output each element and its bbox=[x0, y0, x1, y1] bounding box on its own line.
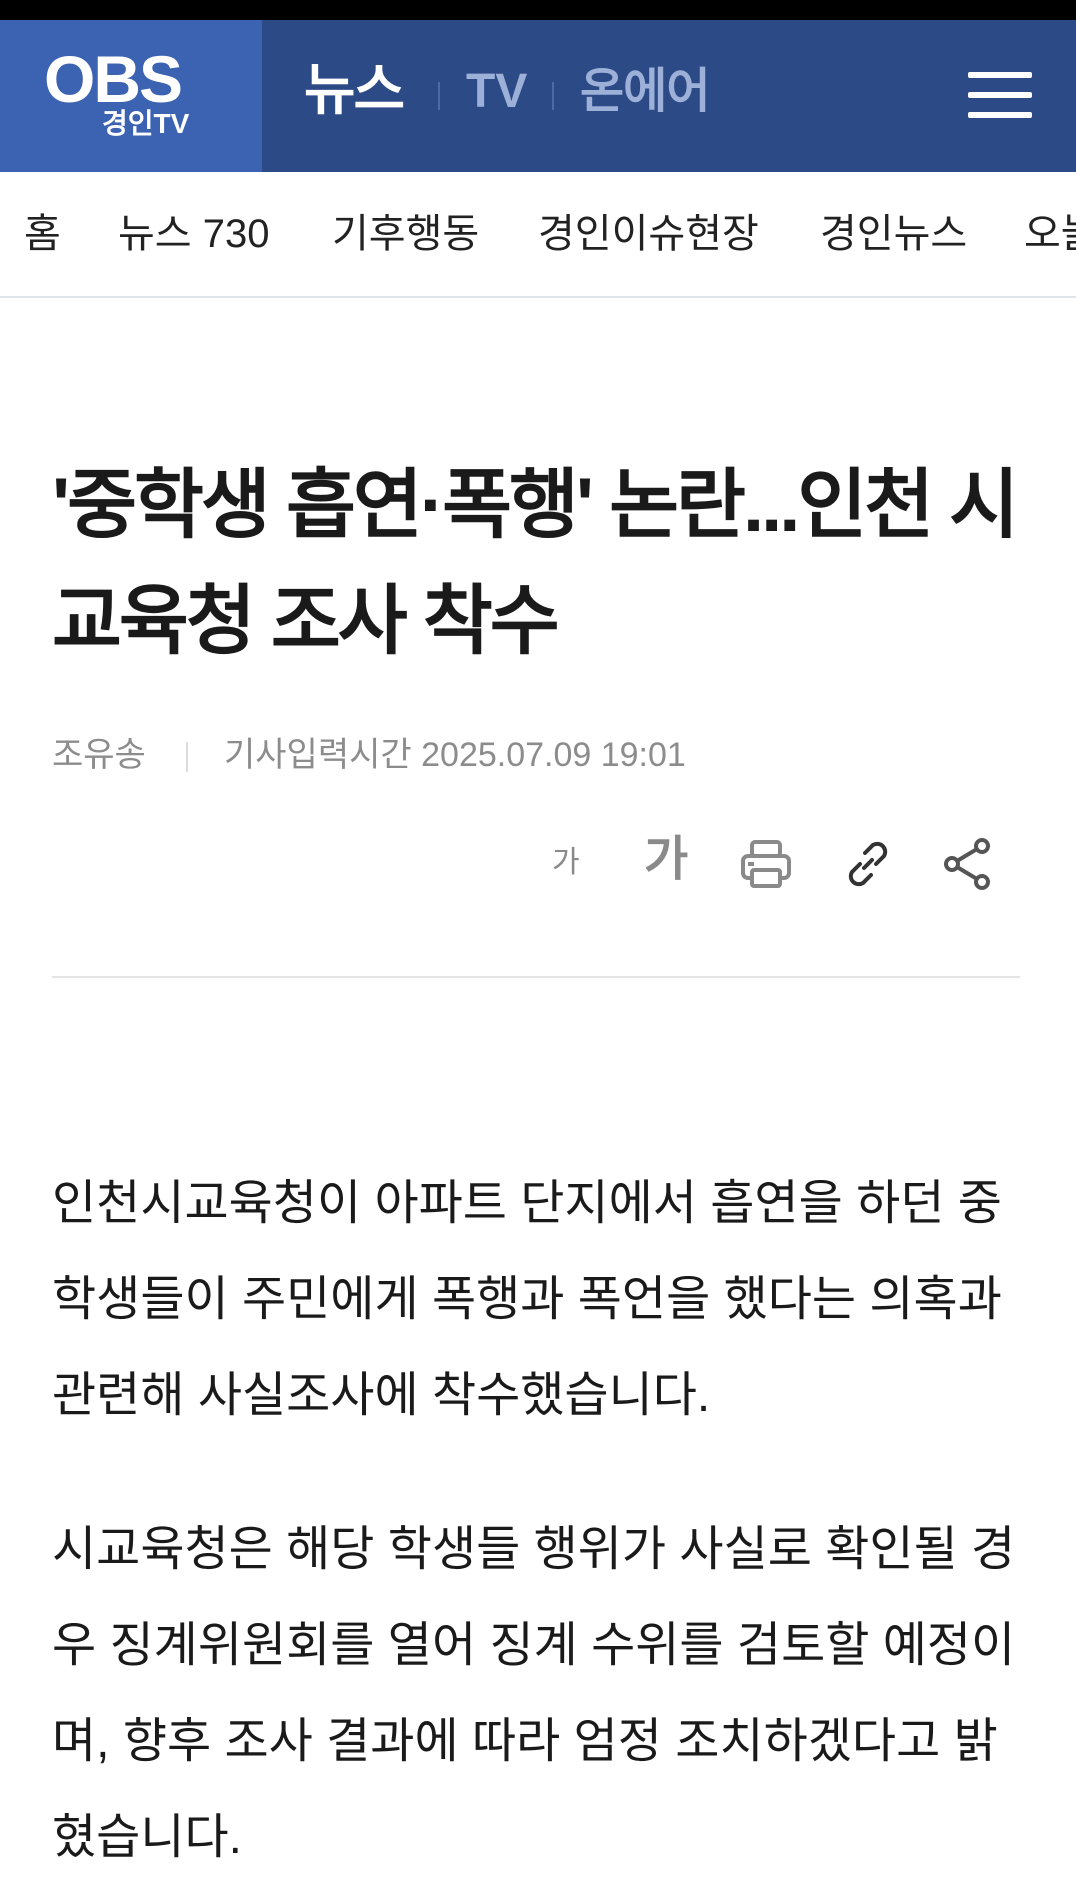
article-paragraph: 시교육청은 해당 학생들 행위가 사실로 확인될 경우 징계위원회를 열어 징계… bbox=[52, 1523, 1016, 1864]
tab-tv[interactable]: TV bbox=[466, 68, 527, 116]
logo-subtitle: 경인TV bbox=[102, 108, 190, 139]
nav-item-gyeongin-news[interactable]: 경인뉴스 bbox=[820, 212, 967, 256]
font-size-increase-button[interactable]: 가 bbox=[644, 836, 688, 884]
category-nav: 홈 뉴스 730 기후행동 경인이슈현장 경인뉴스 오늘 bbox=[0, 172, 1076, 298]
byline-divider bbox=[186, 742, 188, 772]
font-size-decrease-button[interactable]: 가 bbox=[552, 848, 580, 878]
article-paragraph: 인천시교육청이 아파트 단지에서 흡연을 하던 중학생들이 주민에게 폭행과 폭… bbox=[52, 1177, 1002, 1422]
article-author: 조유송 bbox=[52, 736, 146, 774]
tab-news[interactable]: 뉴스 bbox=[304, 62, 405, 118]
printer-icon[interactable] bbox=[738, 836, 794, 892]
article-date: 기사입력시간 2025.07.09 19:01 bbox=[224, 736, 686, 774]
nav-item-news730[interactable]: 뉴스 730 bbox=[118, 212, 269, 256]
article-title: '중학생 흡연·폭행' 논란...인천 시교육청 조사 착수 bbox=[52, 463, 1019, 664]
share-icon[interactable] bbox=[940, 836, 996, 892]
logo-wordmark: OBS bbox=[44, 42, 183, 116]
nav-item-issue-scene[interactable]: 경인이슈현장 bbox=[538, 212, 759, 256]
tab-divider bbox=[552, 82, 554, 110]
tab-divider bbox=[438, 82, 440, 110]
nav-item-climate[interactable]: 기후행동 bbox=[332, 212, 479, 256]
link-icon[interactable] bbox=[840, 836, 896, 892]
status-bar-strip bbox=[0, 0, 1076, 20]
content-divider bbox=[52, 976, 1020, 978]
site-header: OBS 경인TV 뉴스 TV 온에어 bbox=[0, 20, 1076, 172]
tab-onair[interactable]: 온에어 bbox=[580, 68, 710, 116]
obs-logo[interactable]: OBS 경인TV bbox=[0, 20, 262, 172]
nav-item-home[interactable]: 홈 bbox=[24, 212, 61, 256]
nav-item-today[interactable]: 오늘 bbox=[1024, 212, 1076, 256]
hamburger-menu-icon[interactable] bbox=[968, 70, 1032, 120]
